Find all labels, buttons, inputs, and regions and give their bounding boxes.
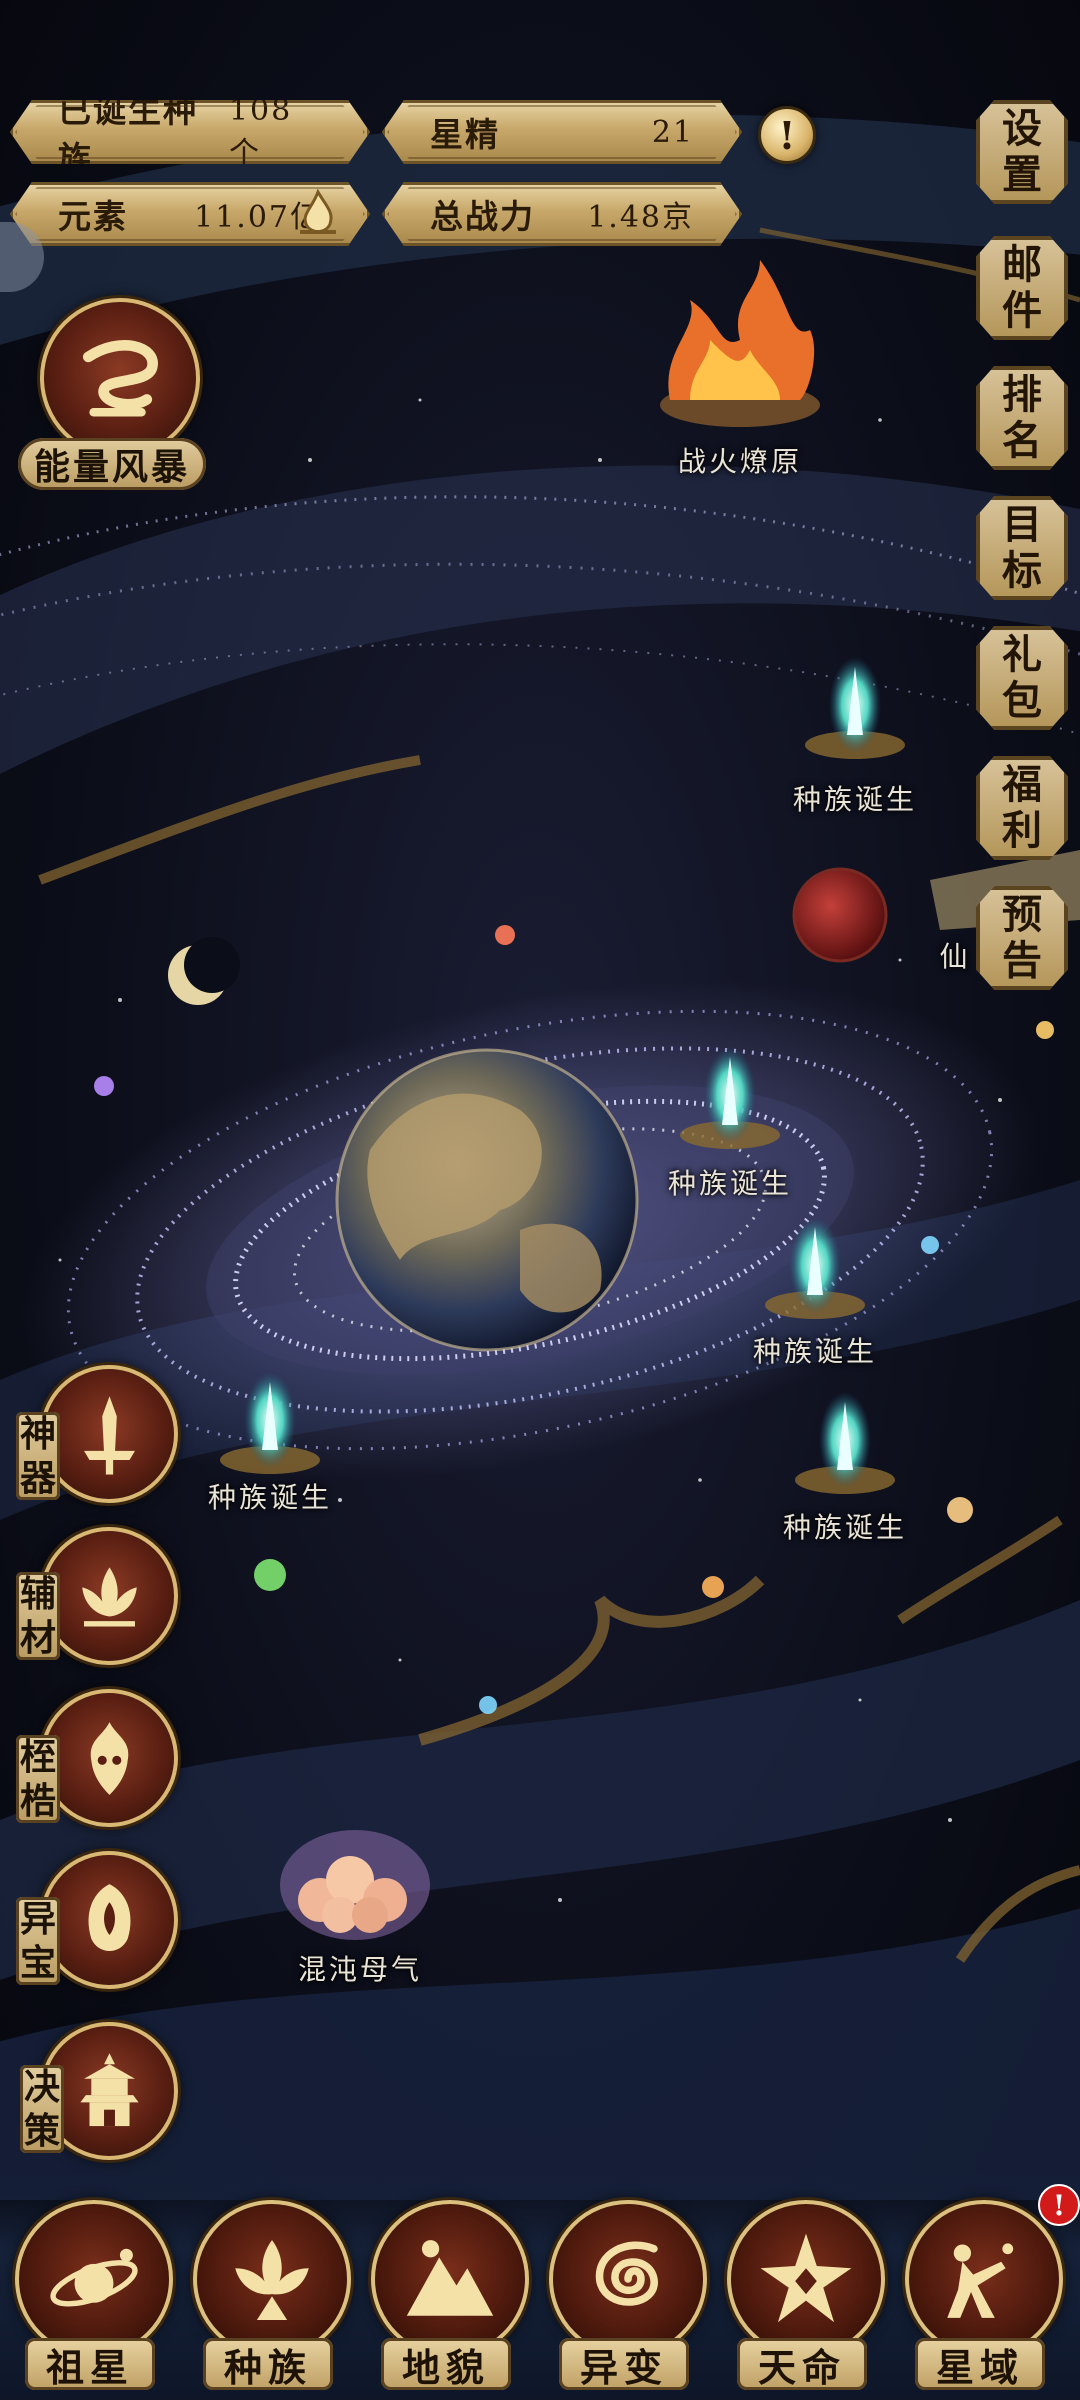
race-birth-label-3[interactable]: 种族诞生 <box>735 1330 895 1370</box>
star-essence-label: 星精 <box>430 115 500 154</box>
star-emblem-icon <box>760 2233 852 2323</box>
mail-button[interactable]: 邮 件 <box>976 236 1068 340</box>
settings-char-1: 设 <box>1002 105 1042 152</box>
treasure-char-1: 异 <box>19 1898 56 1940</box>
gem-stone-icon <box>88 1883 130 1951</box>
material-label[interactable]: 辅 材 <box>16 1572 60 1660</box>
race-birth-label-2[interactable]: 种族诞生 <box>650 1162 810 1202</box>
race-birth-label-5[interactable]: 种族诞生 <box>765 1506 925 1546</box>
nav-star-domain-label: 星域 <box>915 2338 1045 2390</box>
nav-ancestor-star-label: 祖星 <box>25 2338 155 2390</box>
preview-char-1: 预 <box>1002 891 1042 938</box>
storm-swirl-icon <box>82 339 158 417</box>
nav-race-ring <box>193 2200 351 2358</box>
settings-button[interactable]: 设 置 <box>976 100 1068 204</box>
nav-ancestor-star[interactable]: 祖星 <box>15 2200 173 2390</box>
nav-terrain-ring <box>371 2200 529 2358</box>
star-essence-value: 21 <box>651 114 694 150</box>
mountain-icon <box>406 2240 494 2316</box>
nav-destiny[interactable]: 天命 <box>727 2200 885 2390</box>
planet-orbit-icon <box>50 2248 138 2307</box>
goals-char-2: 标 <box>1002 547 1042 594</box>
shackle-char-2: 梏 <box>19 1780 56 1822</box>
treasure-button[interactable] <box>40 1851 178 1989</box>
shackle-label[interactable]: 桎 梏 <box>16 1735 60 1823</box>
star-domain-alert-badge: ! <box>1038 2184 1080 2226</box>
pagoda-icon <box>79 2052 139 2126</box>
welfare-char-1: 福 <box>1002 761 1042 808</box>
shackle-char-1: 桎 <box>19 1736 56 1778</box>
war-fire-label[interactable]: 战火燎原 <box>660 440 820 480</box>
mail-char-2: 件 <box>1002 287 1042 334</box>
settings-char-2: 置 <box>1002 151 1042 198</box>
vortex-icon <box>595 2241 658 2306</box>
preview-char-2: 告 <box>1002 937 1042 984</box>
energy-storm-button[interactable] <box>40 298 200 458</box>
material-char-1: 辅 <box>19 1573 56 1615</box>
races-born-stat[interactable]: 已诞生种族 108个 <box>10 100 370 164</box>
star-figure-icon <box>947 2243 1014 2318</box>
partial-edge-label[interactable]: 仙 <box>935 935 975 975</box>
ranking-button[interactable]: 排 名 <box>976 366 1068 470</box>
gift-char-2: 包 <box>1002 677 1042 724</box>
nav-race[interactable]: 种族 <box>193 2200 351 2390</box>
total-power-label: 总战力 <box>430 197 535 236</box>
welfare-char-2: 利 <box>1002 807 1042 854</box>
nav-terrain-label: 地貌 <box>381 2338 511 2390</box>
nav-terrain[interactable]: 地貌 <box>371 2200 529 2390</box>
star-essence-stat[interactable]: 星精 21 <box>382 100 742 164</box>
chaos-qi-label[interactable]: 混沌母气 <box>280 1948 440 1988</box>
treasure-char-2: 宝 <box>19 1942 56 1984</box>
nav-mutation-label: 异变 <box>559 2338 689 2390</box>
races-born-value: 108个 <box>228 92 293 171</box>
race-birth-label-1[interactable]: 种族诞生 <box>775 778 935 818</box>
lotus-icon <box>81 1566 137 1627</box>
ranking-char-2: 名 <box>1002 417 1042 464</box>
decision-label[interactable]: 决 策 <box>20 2065 64 2153</box>
goals-char-1: 目 <box>1002 501 1042 548</box>
nav-destiny-label: 天命 <box>737 2338 867 2390</box>
flame-mask-icon <box>90 1721 128 1795</box>
treasure-label[interactable]: 异 宝 <box>16 1897 60 1985</box>
total-power-value: 1.48京 <box>587 200 694 235</box>
decision-char-2: 策 <box>23 2110 60 2152</box>
nav-race-label: 种族 <box>203 2338 333 2390</box>
artifact-label[interactable]: 神 器 <box>16 1412 60 1500</box>
energy-storm-label[interactable]: 能量风暴 <box>18 438 207 490</box>
shackle-button[interactable] <box>40 1689 178 1827</box>
nav-star-domain-ring <box>905 2200 1063 2358</box>
nav-mutation[interactable]: 异变 <box>549 2200 707 2390</box>
mail-char-1: 邮 <box>1002 241 1042 288</box>
flower-figure-icon <box>235 2240 309 2321</box>
goals-button[interactable]: 目 标 <box>976 496 1068 600</box>
nav-destiny-ring <box>727 2200 885 2358</box>
nav-mutation-ring <box>549 2200 707 2358</box>
gift-char-1: 礼 <box>1002 631 1042 678</box>
race-birth-label-4[interactable]: 种族诞生 <box>190 1476 350 1516</box>
artifact-char-2: 器 <box>19 1457 56 1499</box>
sword-icon <box>83 1395 135 1475</box>
chaos-qi-cloud-icon <box>280 1830 430 1940</box>
total-power-stat[interactable]: 总战力 1.48京 <box>382 182 742 246</box>
alert-icon[interactable]: ! <box>758 106 816 164</box>
decision-char-1: 决 <box>23 2066 60 2108</box>
preview-button[interactable]: 预 告 <box>976 886 1068 990</box>
artifact-button[interactable] <box>40 1365 178 1503</box>
material-button[interactable] <box>40 1527 178 1665</box>
welfare-button[interactable]: 福 利 <box>976 756 1068 860</box>
ranking-char-1: 排 <box>1002 371 1042 418</box>
artifact-char-1: 神 <box>19 1413 56 1455</box>
gift-pack-button[interactable]: 礼 包 <box>976 626 1068 730</box>
nav-star-domain[interactable]: 星域 <box>905 2200 1063 2390</box>
material-char-2: 材 <box>19 1617 56 1659</box>
element-flame-icon <box>300 188 336 234</box>
elements-label: 元素 <box>58 197 128 236</box>
nav-ancestor-star-ring <box>15 2200 173 2358</box>
